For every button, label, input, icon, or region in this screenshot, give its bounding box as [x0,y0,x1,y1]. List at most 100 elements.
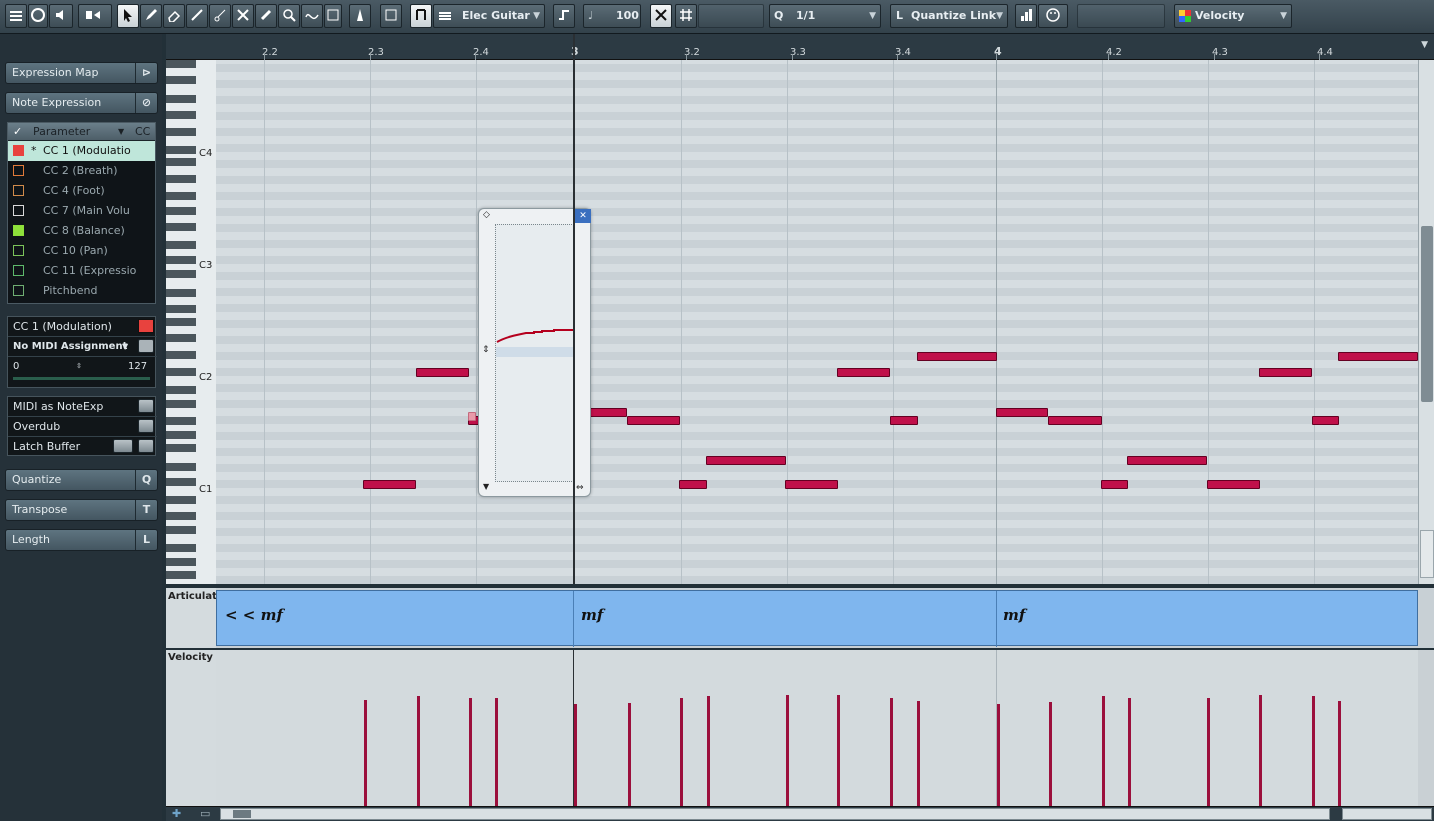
parameter-row[interactable]: CC 2 (Breath) [8,161,155,181]
black-key[interactable] [166,463,196,471]
midi-note[interactable] [1127,456,1207,465]
expression-curve-area[interactable] [495,224,575,482]
length-quantize-selector[interactable]: L Quantize Link ▼ [890,4,1008,28]
range-max[interactable]: 127 [128,357,147,376]
midi-note[interactable] [837,368,890,377]
auto-scroll-button[interactable] [78,4,112,28]
velocity-bar[interactable] [495,698,498,806]
midi-note[interactable] [785,480,838,489]
track-selector[interactable]: Elec Guitar ▼ [433,4,545,28]
parameter-row[interactable]: CC 11 (Expressio [8,261,155,281]
velocity-bar[interactable] [574,704,577,806]
midi-note[interactable] [1048,416,1102,425]
object-selection-tool[interactable] [117,4,139,28]
velocity-bar[interactable] [997,704,1000,806]
scroll-thumb[interactable] [233,810,251,818]
horizontal-scrollbar[interactable]: ✚ ▭ [166,806,1434,821]
midi-note[interactable] [996,408,1048,417]
black-key[interactable] [166,223,196,231]
midi-as-noteexp-toggle[interactable] [138,399,154,413]
zoom-tool[interactable] [278,4,300,28]
quantize-selector[interactable]: Q 1/1 ▼ [769,4,881,28]
note-overlay[interactable] [468,412,476,421]
velocity-bar[interactable] [1128,698,1131,806]
black-key[interactable] [166,417,196,425]
midi-note[interactable] [679,480,707,489]
independent-track-loop-button[interactable] [410,4,432,28]
velocity-bar[interactable] [1102,696,1105,806]
black-key[interactable] [166,60,196,68]
range-tool[interactable] [324,4,342,28]
midi-note[interactable] [1207,480,1260,489]
velocity-display[interactable] [216,650,1418,806]
midi-note[interactable] [890,416,918,425]
range-slider[interactable] [13,377,150,380]
velocity-bar[interactable] [917,701,920,806]
velocity-bar[interactable] [364,700,367,806]
grid-button[interactable] [675,4,697,28]
solo-button[interactable] [28,4,48,28]
parameter-checkbox[interactable] [13,145,24,156]
line-tool[interactable] [186,4,208,28]
midi-note[interactable] [1101,480,1128,489]
black-key[interactable] [166,444,196,452]
range-min[interactable]: 0 [13,357,19,376]
chord-button[interactable] [1015,4,1037,28]
diamond-icon[interactable]: ◇ [483,210,490,220]
black-key[interactable] [166,241,196,249]
scale-handle-icon[interactable]: ⇕ [482,345,490,355]
black-key[interactable] [166,512,196,520]
black-key[interactable] [166,146,196,154]
velocity-bar[interactable] [680,698,683,806]
midi-assignment-select[interactable]: No MIDI Assignment ▼ [8,337,157,357]
parameter-row[interactable]: CC 7 (Main Volu [8,201,155,221]
black-key[interactable] [166,128,196,136]
black-key[interactable] [166,351,196,359]
erase-tool[interactable] [163,4,185,28]
stepper-icon[interactable]: ⇳ [76,357,82,376]
dynamic-marker[interactable]: mf [581,606,603,624]
glue-tool[interactable] [255,4,277,28]
scroll-track[interactable] [220,808,1330,820]
parameter-row[interactable]: CC 4 (Foot) [8,181,155,201]
velocity-bar[interactable] [469,698,472,806]
velocity-bar[interactable] [890,698,893,806]
mute-tool[interactable] [232,4,254,28]
colors-button[interactable] [1038,4,1068,28]
velocity-bar[interactable] [1338,701,1341,806]
insert-velocity-field[interactable]: ♩ 100 [583,4,641,28]
inspector-toggle-button[interactable] [5,4,27,28]
black-key[interactable] [166,386,196,394]
vertical-zoom-slider[interactable] [1420,530,1434,578]
learn-icon[interactable] [138,339,154,353]
black-key[interactable] [166,305,196,313]
velocity-bar[interactable] [837,695,840,806]
dynamic-marker[interactable]: mf [1003,606,1025,624]
velocity-bar[interactable] [1207,698,1210,806]
midi-note[interactable] [1312,416,1339,425]
velocity-bar[interactable] [1049,702,1052,806]
iterative-quantize-button[interactable] [650,4,672,28]
note-expression-section[interactable]: Note Expression ⊘ [5,92,158,114]
parameter-checkbox[interactable] [13,265,24,276]
curve-tool[interactable] [301,4,323,28]
black-key[interactable] [166,192,196,200]
parameter-checkbox[interactable] [13,205,24,216]
black-key[interactable] [166,95,196,103]
velocity-bar[interactable] [707,696,710,806]
parameter-checkbox[interactable] [13,165,24,176]
dynamic-marker[interactable]: < < mf [225,606,283,624]
ruler[interactable]: ▼ 2.22.32.433.23.33.444.24.34.4 [166,34,1434,60]
snap-button[interactable] [380,4,402,28]
black-key[interactable] [166,334,196,342]
length-section[interactable]: Length L [5,529,158,551]
black-key[interactable] [166,76,196,84]
metronome-button[interactable] [349,4,371,28]
piano-keyboard[interactable]: C4 C3 C2 C1 [166,60,216,584]
articulation-band[interactable]: < < mf mf mf [216,590,1418,647]
add-lane-icon[interactable]: ✚ [172,807,181,820]
velocity-bar[interactable] [417,696,420,806]
black-key[interactable] [166,400,196,408]
black-key[interactable] [166,270,196,278]
latch-buffer-clear-button[interactable] [113,439,133,453]
